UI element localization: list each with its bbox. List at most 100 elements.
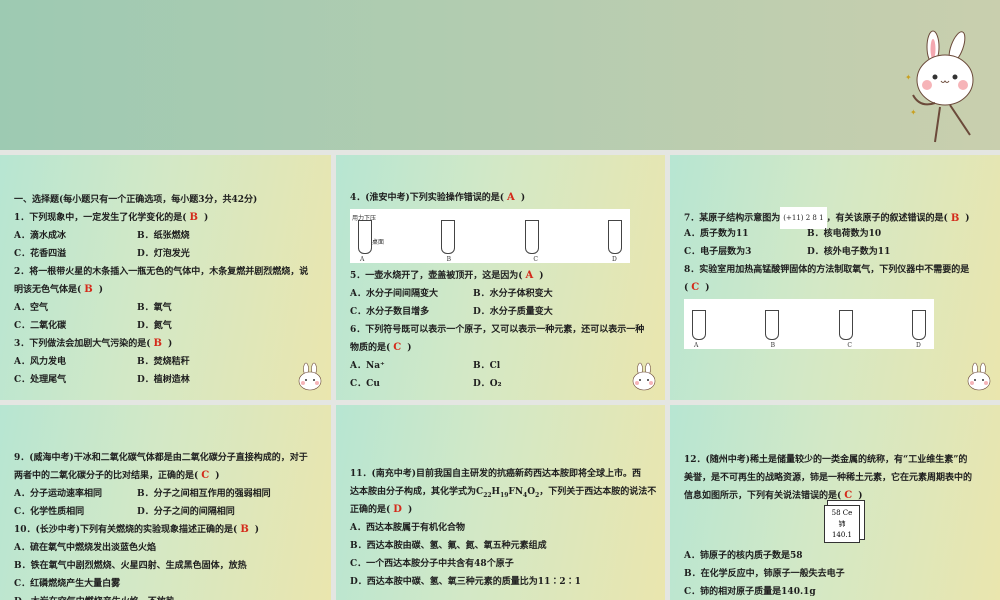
question-text: 信息如图所示，下列有关说法错误的是( (684, 491, 842, 501)
question-line: 4．(淮安中考)下列实验操作错误的是(A) (350, 189, 665, 207)
option-text: D．水分子质量变大 (473, 307, 553, 317)
options-row: C．处理尾气 D．植树造林 (14, 371, 331, 389)
answer-mark: C (844, 490, 853, 501)
option-text: D．核外电子数为11 (807, 247, 891, 257)
question-text: ) (539, 271, 544, 281)
experiment-figure: A B C D (684, 299, 934, 349)
option-text: D．植树造林 (137, 375, 190, 385)
element-info: 铈 (838, 520, 846, 528)
answer-mark: B (153, 338, 162, 349)
question-text: ( (684, 283, 689, 293)
chemical-formula: C22H19FN4O2 (476, 487, 540, 499)
question-text: ) (98, 285, 103, 295)
question-line: 明该无色气体是(B) (14, 281, 331, 299)
option-text: C．化学性质相同 (14, 507, 85, 517)
question-line: 5．一壶水烧开了，壶盖被顶开，这是因为(A) (350, 267, 665, 285)
question-text: B．铁在氧气中剧烈燃烧、火星四射、生成黑色固体，放热 (14, 561, 247, 571)
question-line: 信息如图所示，下列有关说法错误的是(C) (684, 487, 1000, 505)
options-row: A．质子数为11 B．核电荷数为10 (684, 225, 1000, 243)
slide-panel-5: 11．(南充中考)目前我国自主研发的抗癌新药西达本胺即将全球上市。西 达本胺由分子… (336, 405, 665, 600)
question-text: ) (254, 525, 260, 535)
option-text: A．分子运动速率相同 (14, 489, 102, 499)
answer-mark: B (240, 524, 249, 535)
question-line: 达本胺由分子构成，其化学式为C22H19FN4O2，下列关于西达本胺的说法不 (350, 483, 665, 501)
question-text: 明该无色气体是( (14, 285, 82, 295)
question-text: 正确的是( (350, 505, 391, 515)
formula-subscript: 4 (523, 491, 528, 499)
figure-label: A (360, 256, 365, 263)
apparatus-drawing (608, 220, 622, 254)
slide-panel-6: 12．(随州中考)稀土是储量较少的一类金属的统称，有“工业维生素”的 美誉，是不可… (670, 405, 1000, 600)
options-row: A．分子运动速率相同 B．分子之间相互作用的强弱相同 (14, 485, 331, 503)
options-row: C．电子层数为3 D．核外电子数为11 (684, 243, 1000, 261)
question-text: 2．将一根带火星的木条插入一瓶无色的气体中，木条复燃并剧烈燃烧，说 (14, 267, 309, 277)
apparatus-drawing (441, 220, 456, 254)
question-text: D．西达本胺中碳、氢、氧三种元素的质量比为11∶2∶1 (350, 577, 581, 587)
figure-label: C (847, 342, 852, 349)
question-text: ) (167, 339, 173, 349)
question-text: 7．某原子结构示意图为 (684, 213, 781, 224)
question-text: 达本胺由分子构成，其化学式为 (350, 487, 477, 497)
options-row: A．水分子间间隔变大 B．水分子体积变大 (350, 285, 665, 303)
question-text: ) (215, 471, 220, 481)
question-text: 9．(威海中考)干冰和二氧化碳气体都是由二氧化碳分子直接构成的，对于 (14, 453, 308, 463)
question-text: ) (965, 213, 970, 224)
svg-text:✦: ✦ (910, 108, 917, 117)
question-text: 3．下列做法会加剧大气污染的是( (14, 339, 151, 349)
options-row: C．化学性质相同 D．分子之间的间隔相同 (14, 503, 331, 521)
option-text: A．Na⁺ (350, 361, 385, 371)
apparatus-drawing (692, 310, 706, 340)
question-text: ，下列关于西达本胺的说法不 (539, 487, 657, 497)
option-text: C．处理尾气 (14, 375, 67, 385)
option-text: C．二氧化碳 (14, 321, 67, 331)
options-row: A．滴水成冰 B．纸张燃烧 (14, 227, 331, 245)
answer-mark: A (525, 270, 534, 281)
slide-panel-2: 4．(淮安中考)下列实验操作错误的是(A) A B C D 用力下压 桌面 5．一壶水烧开了，… (336, 155, 665, 400)
question-text: 物质的是( (350, 343, 391, 353)
question-text: A．铈原子的核内质子数是58 (684, 551, 803, 561)
option-text: D．灯泡发光 (137, 249, 190, 259)
question-text: A．硫在氧气中燃烧发出淡蓝色火焰 (14, 543, 156, 553)
bunny-mascot-icon (967, 362, 991, 391)
answer-mark: C (393, 342, 402, 353)
question-text: ) (407, 505, 413, 515)
question-text: C．一个西达本胺分子中共含有48个原子 (350, 559, 514, 569)
figure-label: B (446, 256, 452, 263)
question-text: 6．下列符号既可以表示一个原子，又可以表示一种元素，还可以表示一种 (350, 325, 645, 335)
question-text: 10．(长沙中考)下列有关燃烧的实验现象描述正确的是( (14, 525, 238, 535)
question-line: 两者中的二氧化碳分子的比对结果，正确的是(C) (14, 467, 331, 485)
question-text: A．西达本胺属于有机化合物 (350, 523, 465, 533)
figure-note: 用力下压 (352, 215, 377, 222)
slide-header-area: ✦ ✦ (0, 0, 1000, 150)
figure-label: A (694, 342, 699, 349)
options-row: C．二氧化碳 D．氮气 (14, 317, 331, 335)
question-text: 11．(南充中考)目前我国自主研发的抗癌新药西达本胺即将全球上市。西 (350, 469, 642, 479)
apparatus-drawing (765, 310, 780, 340)
figure-label: C (533, 256, 538, 263)
question-line: 1．下列现象中，一定发生了化学变化的是(B) (14, 209, 331, 227)
option-text: B．核电荷数为10 (807, 229, 882, 239)
question-text: C．铈的相对原子质量是140.1g (684, 587, 816, 597)
element-info: 140.1 (831, 531, 853, 539)
options-row: A．Na⁺ B．Cl (350, 357, 665, 375)
answer-mark: B (189, 212, 198, 223)
option-text: A．滴水成冰 (14, 231, 66, 241)
question-text: 两者中的二氧化碳分子的比对结果，正确的是( (14, 471, 199, 481)
question-text: 8．实验室用加热高锰酸钾固体的方法制取氧气，下列仪器中不需要的是 (684, 265, 970, 275)
answer-mark: C (691, 282, 700, 293)
option-text: D．O₂ (473, 379, 502, 389)
slide-panel-4: 9．(威海中考)干冰和二氧化碳气体都是由二氧化碳分子直接构成的，对于 两者中的二氧… (0, 405, 331, 600)
options-row: C．花香四溢 D．灯泡发光 (14, 245, 331, 263)
option-text: A．水分子间间隔变大 (350, 289, 438, 299)
option-text: A．质子数为11 (684, 229, 749, 239)
question-text: ) (407, 343, 412, 353)
option-text: C．Cu (350, 379, 380, 389)
formula-subscript: 22 (483, 491, 492, 499)
question-text: D．木炭在空气中燃烧产生火焰，不放热 (14, 593, 331, 600)
option-text: C．水分子数目增多 (350, 307, 430, 317)
slide-panel-3: 7．某原子结构示意图为 (+11) 2 8 1 ，有关该原子的叙述错误的是(B) A．… (670, 155, 1000, 400)
option-text: C．电子层数为3 (684, 247, 752, 257)
question-text: ，有关该原子的叙述错误的是( (826, 213, 948, 224)
question-text: 1．下列现象中，一定发生了化学变化的是( (14, 213, 187, 223)
option-text: B．Cl (473, 361, 501, 371)
